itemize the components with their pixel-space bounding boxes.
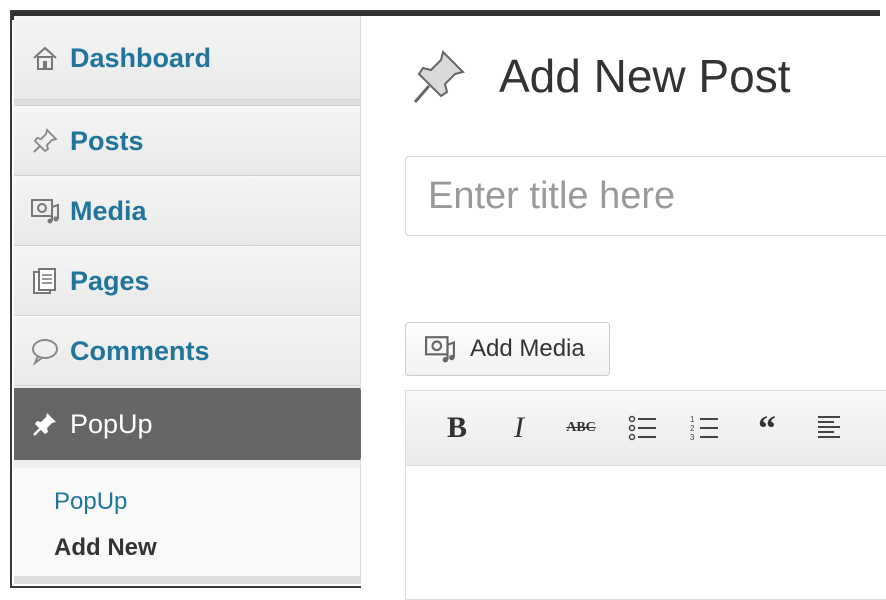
comment-bubble-icon [30, 336, 60, 366]
home-icon [30, 43, 60, 73]
sidebar-item-label: Media [70, 195, 147, 226]
popup-submenu: PopUp Add New [14, 468, 360, 576]
strikethrough-button[interactable]: ABC [556, 403, 606, 453]
media-icon [30, 196, 60, 226]
numbered-list-icon: 123 [690, 415, 718, 442]
svg-text:1: 1 [690, 415, 695, 424]
sidebar-item-comments[interactable]: Comments [14, 316, 360, 386]
bullet-list-icon [628, 415, 656, 441]
post-title-input[interactable] [405, 156, 886, 236]
align-left-icon [818, 416, 840, 438]
numbered-list-button[interactable]: 123 [680, 403, 730, 453]
add-media-button[interactable]: Add Media [405, 322, 610, 376]
sidebar-item-popup[interactable]: PopUp [14, 388, 376, 460]
sidebar-item-label: Pages [70, 265, 150, 296]
submenu-item-popup[interactable]: PopUp [54, 488, 127, 516]
pushpin-icon [30, 126, 60, 156]
pages-icon [30, 266, 60, 296]
editor-toolbar: B I ABC 123 “ [406, 391, 886, 466]
sidebar-item-label: Dashboard [70, 42, 212, 73]
svg-text:2: 2 [690, 424, 695, 433]
align-left-button[interactable] [804, 403, 854, 453]
media-icon [422, 334, 458, 364]
sidebar-item-label: PopUp [70, 408, 153, 439]
svg-text:3: 3 [690, 433, 695, 442]
main-content: Add New Post Add Media B I ABC 123 “ [361, 16, 886, 600]
sidebar-item-label: Posts [70, 125, 144, 156]
submenu-item-add-new[interactable]: Add New [54, 534, 157, 562]
sidebar-item-pages[interactable]: Pages [14, 246, 360, 316]
sidebar-item-media[interactable]: Media [14, 176, 360, 246]
sidebar-item-label: Comments [70, 335, 210, 366]
add-media-label: Add Media [470, 335, 585, 362]
page-header: Add New Post [409, 46, 790, 106]
pushpin-icon [30, 409, 60, 439]
sidebar-item-dashboard[interactable]: Dashboard [14, 16, 360, 100]
blockquote-button[interactable]: “ [742, 403, 792, 453]
italic-button[interactable]: I [494, 403, 544, 453]
pushpin-icon [409, 46, 469, 106]
bold-button[interactable]: B [432, 403, 482, 453]
bullet-list-button[interactable] [618, 403, 668, 453]
post-editor[interactable]: B I ABC 123 “ [405, 390, 886, 600]
sidebar-item-posts[interactable]: Posts [14, 106, 360, 176]
menu-separator [14, 576, 360, 584]
admin-sidebar: Dashboard Posts Media Pages Comments Pop… [14, 16, 376, 584]
page-title: Add New Post [499, 50, 791, 102]
